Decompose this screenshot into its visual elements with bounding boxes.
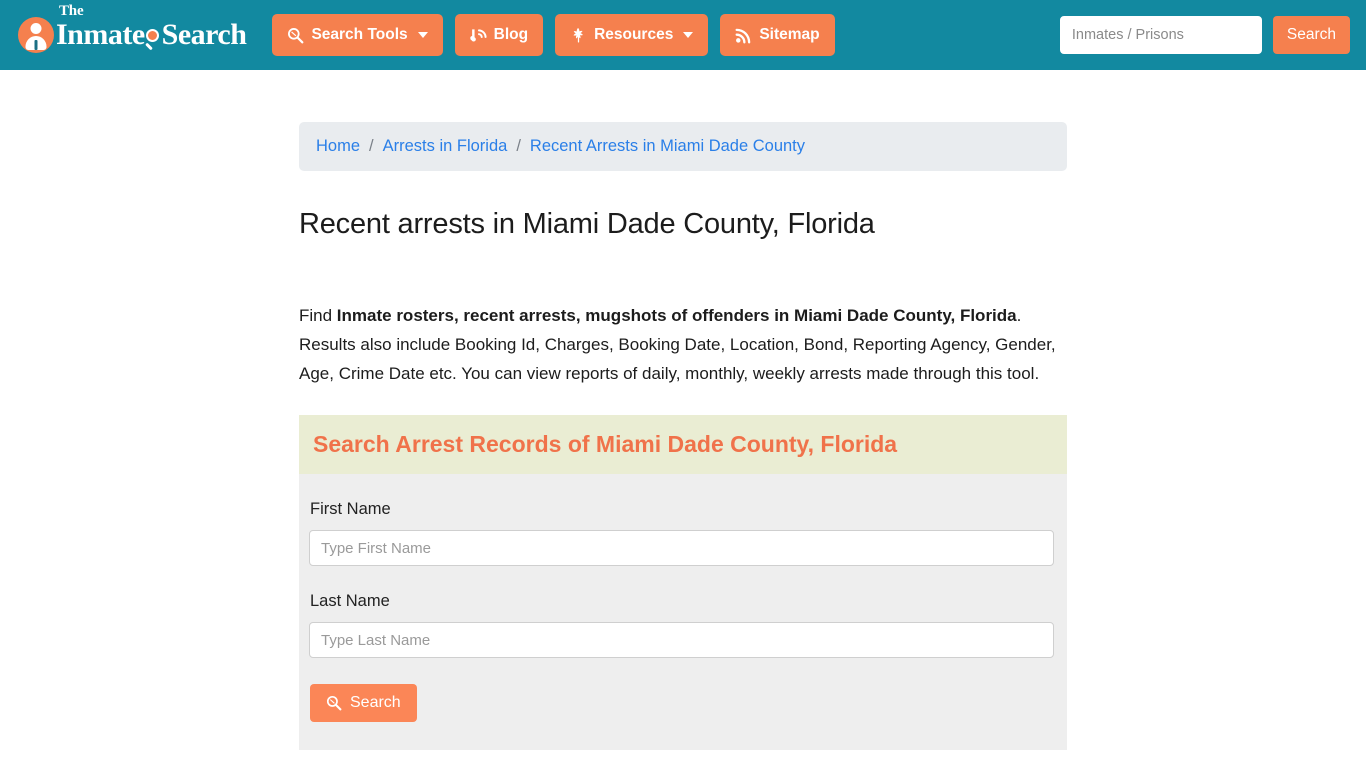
nav-resources-button[interactable]: Resources — [555, 14, 709, 56]
logo-word-search: Search — [161, 18, 247, 51]
nav-sitemap-button[interactable]: Sitemap — [720, 14, 835, 56]
nav-blog-button[interactable]: Blog — [454, 14, 544, 56]
nav-search-tools-button[interactable]: Search Tools — [272, 14, 443, 56]
section-heading: Search Arrest Records of Miami Dade Coun… — [299, 415, 1067, 474]
nav-resources-label: Resources — [594, 26, 674, 43]
intro-paragraph: Find Inmate rosters, recent arrests, mug… — [299, 301, 1067, 388]
breadcrumb-item-home[interactable]: Home — [316, 137, 360, 156]
first-name-label: First Name — [310, 500, 391, 518]
magnifier-icon — [144, 29, 163, 51]
page-title: Recent arrests in Miami Dade County, Flo… — [299, 208, 875, 240]
breadcrumb-separator: / — [369, 137, 374, 155]
chevron-down-icon — [417, 32, 428, 38]
site-logo[interactable]: The Inmate Search — [18, 3, 247, 53]
first-name-group: First Name — [309, 500, 1057, 566]
blog-icon — [469, 27, 487, 44]
nav-sitemap-label: Sitemap — [759, 26, 820, 43]
nav-blog-label: Blog — [493, 26, 529, 43]
nav-search-tools-label: Search Tools — [311, 26, 408, 43]
site-header: The Inmate Search Search Tools Blog Reso… — [0, 0, 1366, 70]
last-name-input[interactable] — [309, 622, 1054, 658]
last-name-group: Last Name — [309, 592, 1057, 658]
main-container: Home / Arrests in Florida / Recent Arres… — [299, 70, 1067, 750]
logo-the-text: The — [59, 3, 84, 19]
intro-lead: Find — [299, 306, 337, 325]
breadcrumb-item-arrests-in-florida[interactable]: Arrests in Florida — [383, 137, 508, 156]
magnifier-icon — [326, 695, 342, 711]
header-search-group: Search — [1059, 16, 1350, 54]
first-name-input[interactable] — [309, 530, 1054, 566]
rss-icon — [735, 27, 752, 44]
form-search-label: Search — [350, 694, 401, 711]
leaf-icon — [570, 27, 587, 44]
intro-bold: Inmate rosters, recent arrests, mugshots… — [336, 306, 1017, 325]
magnifier-icon — [287, 27, 304, 44]
last-name-label: Last Name — [310, 592, 390, 610]
form-search-button[interactable]: Search — [310, 684, 417, 722]
breadcrumb: Home / Arrests in Florida / Recent Arres… — [299, 122, 1067, 171]
chevron-down-icon — [683, 32, 694, 38]
header-search-button[interactable]: Search — [1272, 16, 1350, 54]
logo-word-inmate: Inmate — [56, 18, 145, 51]
breadcrumb-separator: / — [516, 137, 521, 155]
header-search-input[interactable] — [1059, 16, 1262, 54]
person-circle-icon — [18, 17, 54, 53]
breadcrumb-item-current[interactable]: Recent Arrests in Miami Dade County — [530, 137, 805, 156]
arrest-search-form: First Name Last Name Search — [299, 474, 1067, 750]
